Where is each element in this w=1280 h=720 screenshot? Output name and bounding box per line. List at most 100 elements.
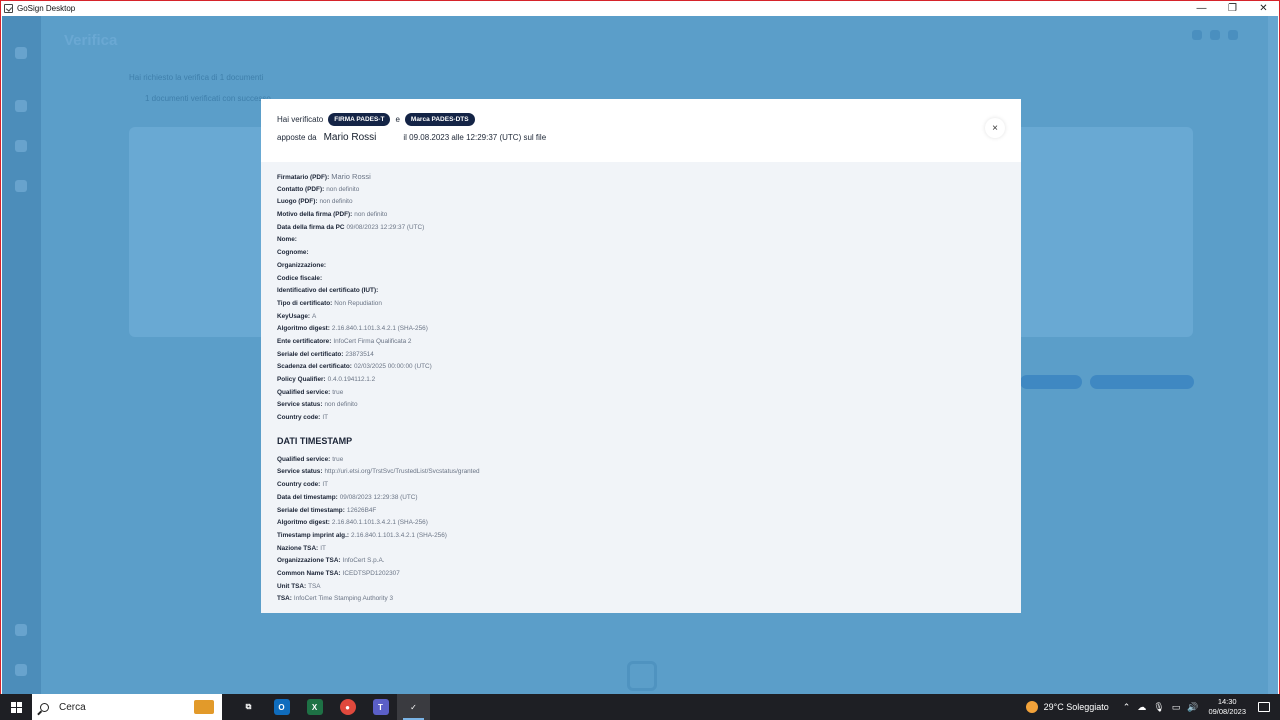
- field-label: Qualified service:: [277, 455, 331, 463]
- notifications-icon[interactable]: [1258, 702, 1270, 712]
- taskbar-app-excel[interactable]: X: [298, 694, 331, 720]
- ts-field-row: Data del timestamp: 09/08/2023 12:29:38 (…: [277, 492, 1005, 505]
- excel-icon: X: [306, 699, 323, 715]
- gosign-icon: ✓: [405, 699, 422, 715]
- sign-icon[interactable]: [15, 100, 27, 112]
- verified-prefix: Hai verificato: [277, 115, 324, 124]
- field-value: non definito: [324, 401, 358, 409]
- home-icon[interactable]: [15, 47, 27, 59]
- field-value: 2.16.840.1.101.3.4.2.1 (SHA-256): [331, 519, 428, 527]
- taskbar-app-task-view[interactable]: ⧉: [232, 694, 265, 720]
- help-icon[interactable]: [15, 664, 27, 676]
- field-label: Algoritmo digest:: [277, 519, 330, 527]
- field-label: Data del timestamp:: [277, 493, 338, 501]
- field-value: ICEDTSPD1202307: [342, 569, 400, 577]
- field-label: Seriale del certificato:: [277, 350, 344, 358]
- sig-field-row: Algoritmo digest: 2.16.840.1.101.3.4.2.1 …: [277, 323, 1005, 336]
- weather-text: 29°C Soleggiato: [1043, 702, 1109, 712]
- close-modal-button[interactable]: ×: [985, 118, 1005, 138]
- restore-button[interactable]: ❐: [1217, 1, 1248, 16]
- background-button-1: [1020, 375, 1082, 389]
- sig-field-row: Country code: IT: [277, 412, 1005, 425]
- field-label: Firmatario (PDF):: [277, 174, 330, 181]
- volume-icon[interactable]: 🔊: [1187, 702, 1198, 713]
- ts-field-row: Nazione TSA: IT: [277, 543, 1005, 556]
- sig-field-row: Codice fiscale:: [277, 273, 1005, 286]
- field-label: Scadenza del certificato:: [277, 363, 352, 371]
- briefcase-icon: [194, 700, 214, 714]
- signature-type-badge: FIRMA PADES-T: [328, 113, 391, 126]
- minimize-button[interactable]: —: [1186, 1, 1217, 16]
- taskbar-app-outlook[interactable]: O: [265, 694, 298, 720]
- sig-field-row: Luogo (PDF): non definito: [277, 196, 1005, 209]
- field-value: 23873514: [345, 350, 374, 358]
- sig-field-row: Identificativo del certificato (IUT):: [277, 285, 1005, 298]
- taskbar-search-box[interactable]: Cerca: [32, 694, 222, 720]
- sig-field-row: Organizzazione:: [277, 260, 1005, 273]
- clock[interactable]: 14:30 09/08/2023: [1208, 697, 1246, 717]
- background-button-2: [1090, 375, 1194, 389]
- field-value: 0.4.0.194112.1.2: [327, 376, 376, 383]
- sig-field-row: Firmatario (PDF): Mario Rossi: [277, 171, 1005, 184]
- folder-icon[interactable]: [15, 180, 27, 192]
- gosign-logo-icon: [4, 4, 13, 13]
- field-value: Mario Rossi: [331, 172, 371, 181]
- field-value: InfoCert Firma Qualificata 2: [333, 337, 412, 345]
- modal-header: Hai verificato FIRMA PADES-T e Marca PAD…: [261, 99, 1021, 162]
- clock-date: 09/08/2023: [1208, 707, 1246, 716]
- task-view-icon: ⧉: [240, 699, 257, 715]
- settings-icon[interactable]: [15, 624, 27, 636]
- taskbar-app-gosign[interactable]: ✓: [397, 694, 430, 720]
- field-label: Codice fiscale:: [277, 274, 323, 282]
- field-label: Country code:: [277, 481, 321, 489]
- background-scrollbar: [1268, 16, 1278, 695]
- network-icon[interactable]: ▭: [1172, 702, 1181, 713]
- sig-field-row: Ente certificatore: InfoCert Firma Qualif…: [277, 336, 1005, 349]
- field-value: true: [332, 388, 344, 396]
- field-value: InfoCert S.p.A.: [342, 557, 385, 565]
- chevron-up-icon[interactable]: ⌃: [1123, 702, 1131, 713]
- field-label: Organizzazione:: [277, 261, 327, 269]
- field-value: http://uri.etsi.org/TrstSvc/TrustedList/…: [324, 468, 480, 476]
- background-logo: [627, 661, 657, 691]
- ts-field-row: Common Name TSA: ICEDTSPD1202307: [277, 568, 1005, 581]
- sig-field-row: Service status: non definito: [277, 399, 1005, 412]
- field-label: Luogo (PDF):: [277, 198, 318, 206]
- field-value: 12626B4F: [346, 506, 377, 514]
- signer-name: Mario Rossi: [323, 132, 377, 143]
- signature-details-modal: Hai verificato FIRMA PADES-T e Marca PAD…: [261, 99, 1021, 613]
- onedrive-icon[interactable]: ☁: [1137, 702, 1146, 713]
- modal-summary-line: Hai verificato FIRMA PADES-T e Marca PAD…: [277, 113, 475, 126]
- window-controls: — ❐ ✕: [1186, 1, 1279, 16]
- field-value: IT: [322, 481, 329, 489]
- system-tray: 29°C Soleggiato ⌃ ☁ 🎙 ▭ 🔊 14:30 09/08/20…: [1025, 694, 1280, 720]
- sig-field-row: Data della firma da PC 09/08/2023 12:29:3…: [277, 222, 1005, 235]
- field-label: Cognome:: [277, 249, 309, 257]
- background-header-icons: [1192, 30, 1238, 40]
- page-title: Verifica: [64, 32, 118, 49]
- ts-field-row: Unit TSA: TSA: [277, 581, 1005, 594]
- field-label: Organizzazione TSA:: [277, 557, 341, 565]
- background-success-line: 1 documenti verificati con successo: [145, 94, 271, 103]
- field-label: KeyUsage:: [277, 312, 311, 320]
- signature-fields-list: Firmatario (PDF): Mario Rossi Contatto (PD…: [277, 171, 1005, 425]
- field-value: InfoCert Time Stamping Authority 3: [293, 595, 394, 603]
- sidebar: [2, 16, 41, 695]
- sig-field-row: Nome:: [277, 234, 1005, 247]
- sig-field-row: Motivo della firma (PDF): non definito: [277, 209, 1005, 222]
- window-title: GoSign Desktop: [17, 4, 76, 13]
- field-value: true: [332, 455, 344, 463]
- verify-icon[interactable]: [15, 140, 27, 152]
- close-window-button[interactable]: ✕: [1248, 1, 1279, 16]
- windows-taskbar: Cerca ⧉ O X ● T ✓ 29°C Soleggiato ⌃ ☁ 🎙 ▭ 🔊 1…: [0, 694, 1280, 720]
- field-label: Service status:: [277, 468, 323, 476]
- close-icon: ×: [992, 122, 998, 134]
- taskbar-app-teams[interactable]: T: [364, 694, 397, 720]
- start-button[interactable]: [0, 694, 32, 720]
- microphone-icon[interactable]: 🎙: [1153, 702, 1164, 713]
- field-value: non definito: [326, 185, 360, 193]
- weather-widget[interactable]: 29°C Soleggiato: [1025, 701, 1109, 713]
- field-value: TSA: [308, 582, 321, 590]
- field-value: IT: [322, 414, 329, 422]
- taskbar-app-chrome[interactable]: ●: [331, 694, 364, 720]
